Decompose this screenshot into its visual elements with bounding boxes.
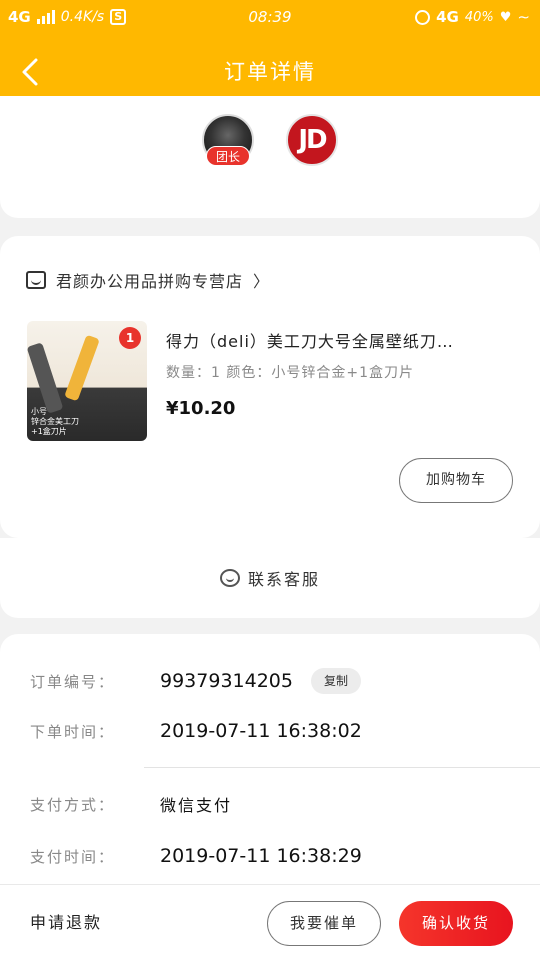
pay-method-row: 支付方式： 微信支付 — [30, 792, 232, 816]
image-caption-line: 小号 — [31, 407, 47, 416]
product-card: 君颜办公用品拼购专营店 〉 1 小号 锌合金美工刀 +1盒刀片 得力（deli）… — [0, 236, 540, 538]
customer-service-card: 联系客服 — [0, 538, 540, 618]
order-time-label: 下单时间： — [30, 722, 116, 741]
pay-time: 2019-07-11 16:38:29 — [160, 845, 362, 867]
chevron-right-icon: 〉 — [253, 272, 270, 291]
order-number-row: 订单编号： 99379314205 复制 — [30, 668, 361, 694]
shop-icon — [26, 271, 46, 289]
group-card: 团长 JD — [0, 96, 540, 218]
battery-percent: 40% — [464, 9, 494, 25]
pay-method: 微信支付 — [160, 796, 233, 815]
knife-shape — [64, 334, 100, 402]
product-spec: 数量：1 颜色：小号锌合金+1盒刀片 — [166, 365, 414, 381]
image-badge: 1 — [119, 327, 141, 349]
order-number: 99379314205 — [160, 670, 293, 692]
image-caption-line: 锌合金美工刀 — [31, 417, 79, 426]
alarm-icon — [415, 9, 431, 25]
shop-link[interactable]: 君颜办公用品拼购专营店 〉 — [26, 268, 269, 292]
product-price: ¥10.20 — [166, 398, 236, 419]
pay-method-label: 支付方式： — [30, 795, 116, 814]
add-to-cart-button[interactable]: 加购物车 — [399, 458, 513, 503]
action-footer: 申请退款 我要催单 确认收货 — [0, 884, 540, 960]
jd-avatar[interactable]: JD — [286, 114, 338, 166]
image-caption: 小号 锌合金美工刀 +1盒刀片 — [31, 407, 79, 437]
page-title: 订单详情 — [224, 60, 316, 84]
confirm-receipt-button[interactable]: 确认收货 — [399, 901, 513, 946]
status-bar: 4G 0.4K/s S 08:39 4G 40% ♥ ∼ — [0, 0, 540, 36]
smile-chat-icon — [219, 569, 240, 587]
divider — [144, 767, 540, 768]
refund-link[interactable]: 申请退款 — [30, 909, 102, 933]
audio-wave-icon: ∼ — [517, 8, 530, 26]
product-title[interactable]: 得力（deli）美工刀大号全属壁纸刀… — [166, 328, 506, 352]
knife-shape — [27, 342, 64, 414]
heart-icon: ♥ — [499, 9, 512, 25]
network-right-label: 4G — [436, 8, 459, 26]
order-number-label: 订单编号： — [30, 672, 116, 691]
contact-service-label: 联系客服 — [247, 570, 320, 589]
product-image[interactable]: 1 小号 锌合金美工刀 +1盒刀片 — [27, 321, 147, 441]
contact-service-button[interactable]: 联系客服 — [0, 566, 540, 590]
image-caption-line: +1盒刀片 — [31, 427, 67, 436]
shop-name: 君颜办公用品拼购专营店 — [56, 272, 244, 291]
leader-badge: 团长 — [206, 146, 250, 166]
header-bar: 4G 0.4K/s S 08:39 4G 40% ♥ ∼ 订单详情 — [0, 0, 540, 110]
pay-time-row: 支付时间： 2019-07-11 16:38:29 — [30, 845, 362, 867]
copy-button[interactable]: 复制 — [310, 668, 361, 694]
pay-time-label: 支付时间： — [30, 847, 116, 866]
order-time-row: 下单时间： 2019-07-11 16:38:02 — [30, 720, 362, 742]
order-time: 2019-07-11 16:38:02 — [160, 720, 362, 742]
urge-order-button[interactable]: 我要催单 — [267, 901, 381, 946]
